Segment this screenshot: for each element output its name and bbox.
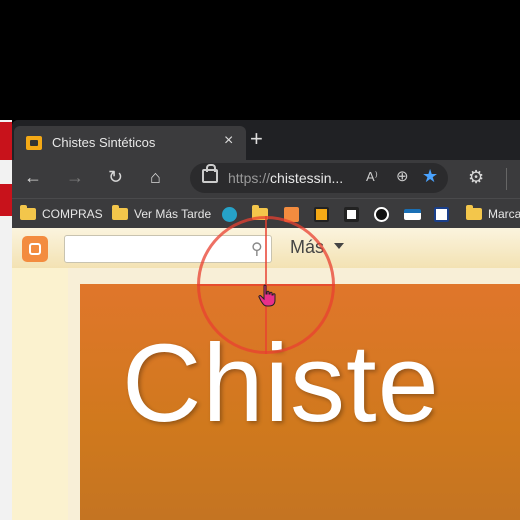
bookmark-ver-mas-tarde[interactable]: Ver Más Tarde	[112, 205, 211, 223]
hand-cursor-icon	[258, 284, 276, 307]
address-url[interactable]: https://chistessin...	[228, 170, 343, 186]
bookmark-site-2[interactable]	[404, 205, 421, 223]
chevron-down-icon[interactable]	[334, 243, 344, 249]
p-icon	[222, 206, 237, 222]
tab-title: Chistes Sintéticos	[52, 135, 156, 150]
read-aloud-icon[interactable]: A⁾	[366, 169, 378, 185]
new-tab-button[interactable]: +	[250, 128, 263, 150]
background-window	[0, 120, 12, 520]
tab-strip: Chistes Sintéticos × +	[12, 120, 520, 160]
site-icon	[344, 206, 359, 222]
bookmark-compras[interactable]: COMPRAS	[20, 205, 103, 223]
bookmark-site-3[interactable]	[434, 205, 449, 223]
screen-black-area	[0, 0, 520, 120]
toolbar-divider	[506, 168, 507, 190]
extensions-icon[interactable]: ⚙	[468, 167, 484, 188]
reload-button[interactable]: ↻	[108, 167, 123, 188]
back-button[interactable]: ←	[24, 167, 42, 188]
lock-icon[interactable]	[202, 164, 218, 183]
bookmark-site[interactable]	[344, 205, 359, 223]
bookmark-github[interactable]	[374, 205, 389, 223]
site-icon	[434, 206, 449, 222]
blogger-favicon-icon	[26, 136, 42, 150]
close-tab-icon[interactable]: ×	[224, 132, 233, 150]
bookmark-marca[interactable]: Marca	[466, 205, 520, 223]
site-icon	[404, 208, 421, 220]
tab-chistes[interactable]: Chistes Sintéticos ×	[14, 126, 246, 160]
folder-icon	[112, 205, 128, 220]
folder-icon	[466, 205, 482, 220]
forward-button[interactable]: →	[66, 167, 84, 188]
blogger-dark-icon	[314, 206, 329, 222]
page-left-margin	[12, 268, 68, 520]
home-button[interactable]: ⌂	[150, 167, 161, 188]
bookmark-blogger-dark[interactable]	[314, 205, 329, 223]
folder-icon	[20, 205, 36, 220]
blogger-logo-icon[interactable]	[22, 236, 48, 262]
zoom-icon[interactable]: ⊕	[396, 167, 409, 185]
address-bar[interactable]: https://chistessin... A⁾ ⊕ ★	[190, 163, 448, 193]
browser-toolbar: ← → ↻ ⌂ https://chistessin... A⁾ ⊕ ★ ⚙	[12, 160, 520, 198]
favorite-star-icon[interactable]: ★	[422, 166, 438, 187]
bookmark-p[interactable]	[222, 205, 237, 223]
github-icon	[374, 206, 389, 222]
